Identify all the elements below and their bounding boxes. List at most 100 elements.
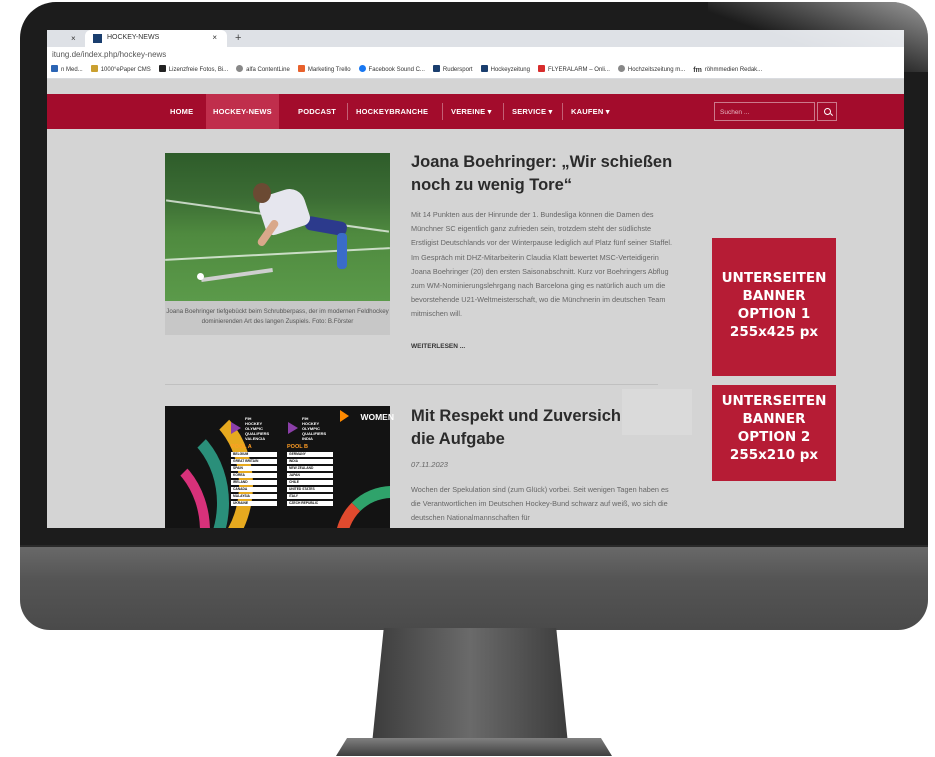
- pool-team-row: SPAIN: [231, 466, 277, 471]
- read-more-link[interactable]: WEITERLESEN ...: [411, 343, 465, 350]
- pool-team-row: KOREA: [231, 473, 277, 478]
- close-icon[interactable]: ×: [212, 33, 217, 42]
- bookmark-icon: [297, 65, 305, 72]
- bookmark-item[interactable]: FLYERALARM – Onli...: [537, 62, 610, 78]
- banner-line: BANNER: [742, 411, 806, 427]
- nav-vereine[interactable]: VEREINE ▾: [451, 94, 492, 129]
- favicon-icon: [93, 34, 102, 43]
- ad-banner-option-1[interactable]: UNTERSEITEN BANNER OPTION 1 255x425 px: [712, 238, 836, 376]
- browser-tab-hockey-news[interactable]: HOCKEY-NEWS ×: [85, 30, 227, 47]
- bookmark-label: röhmmedien Redak...: [704, 67, 763, 73]
- pool-team-row: CZECH REPUBLIC: [287, 501, 333, 506]
- browser-tabstrip: × HOCKEY-NEWS × +: [47, 30, 904, 47]
- pool-team-row: MALAYSIA: [231, 494, 277, 499]
- bookmark-label: Hochzeitszeitung m...: [627, 67, 686, 73]
- banner-line: 255x425 px: [729, 324, 819, 340]
- article-image-player[interactable]: [165, 153, 390, 301]
- bookmark-icon: [158, 65, 166, 72]
- pool-b-title: POOL B: [287, 444, 308, 450]
- fih-logo-icon: [288, 422, 298, 434]
- new-tab-button[interactable]: +: [235, 32, 241, 44]
- event-brand-valencia: FIH HOCKEY OLYMPIC QUALIFIERS VALENCIA: [245, 416, 269, 441]
- pool-team-row: IRELAND: [231, 480, 277, 485]
- nav-hockeybranche[interactable]: HOCKEYBRANCHE: [356, 94, 428, 129]
- bookmark-item[interactable]: Hockeyzeitung: [480, 62, 530, 78]
- pool-team-row: JAPAN: [287, 473, 333, 478]
- article-date: 07.11.2023: [411, 460, 448, 469]
- bookmark-label: FLYERALARM – Onli...: [547, 67, 610, 73]
- article-title[interactable]: Joana Boehringer: „Wir schießen noch zu …: [411, 151, 681, 197]
- bookmark-icon: [537, 65, 545, 72]
- bookmark-label: Marketing Trello: [307, 67, 351, 73]
- decor-arc: [335, 486, 390, 528]
- banner-line: UNTERSEITEN: [721, 393, 827, 409]
- banner-line: OPTION 1: [737, 306, 811, 322]
- pool-team-row: UKRAINE: [231, 501, 277, 506]
- nav-separator: [503, 103, 504, 120]
- nav-podcast[interactable]: PODCAST: [298, 94, 336, 129]
- bookmark-item[interactable]: Rudersport: [432, 62, 473, 78]
- pool-team-row: BELGIUM: [231, 452, 277, 457]
- article-title[interactable]: Mit Respekt und Zuversich die Aufgabe: [411, 405, 641, 451]
- ad-banner-option-2[interactable]: UNTERSEITEN BANNER OPTION 2 255x210 px: [712, 385, 836, 481]
- nav-separator: [562, 103, 563, 120]
- banner-line: OPTION 2: [737, 429, 811, 445]
- url-text: itung.de/index.php/hockey-news: [52, 50, 167, 59]
- pool-team-row: INDIA: [287, 459, 333, 464]
- nav-home[interactable]: HOME: [170, 94, 193, 129]
- hockey-stick: [201, 268, 273, 282]
- pool-team-row: ITALY: [287, 494, 333, 499]
- bookmark-icon: [90, 65, 98, 72]
- bookmark-label: Rudersport: [442, 67, 473, 73]
- search-icon: [824, 108, 831, 115]
- bookmark-item[interactable]: Lizenzfreie Fotos, Bi...: [158, 62, 228, 78]
- women-label: WOMEN: [360, 412, 394, 422]
- search-input[interactable]: Suchen ...: [714, 102, 815, 121]
- bookmark-item[interactable]: 1000°ePaper CMS: [90, 62, 151, 78]
- bookmark-item[interactable]: Facebook Sound C...: [358, 62, 425, 78]
- brand-line: INDIA: [302, 436, 313, 441]
- bookmark-icon: [358, 65, 366, 72]
- article-teaser: Mit 14 Punkten aus der Hinrunde der 1. B…: [411, 210, 673, 319]
- pool-team-row: CHILE: [287, 480, 333, 485]
- banner-line: UNTERSEITEN: [721, 270, 827, 286]
- bookmark-label: alfa ContentLine: [246, 67, 290, 73]
- image-caption: Joana Boehringer tiefgebückt beim Schrub…: [165, 301, 390, 335]
- nav-kaufen[interactable]: KAUFEN ▾: [571, 94, 610, 129]
- brand-line: VALENCIA: [245, 436, 266, 441]
- bookmark-icon: [432, 65, 440, 72]
- close-icon[interactable]: ×: [71, 34, 76, 43]
- fih-logo-icon: [231, 422, 241, 434]
- women-arrow-icon: [340, 410, 349, 422]
- pool-a-title: POOL A: [231, 444, 252, 450]
- event-brand-india: FIH HOCKEY OLYMPIC QUALIFIERS INDIA: [302, 416, 326, 441]
- overlay-placeholder: [622, 389, 692, 435]
- field-line: [165, 247, 390, 261]
- bookmark-icon: [480, 65, 488, 72]
- site-navigation: HOME HOCKEY-NEWS PODCAST HOCKEYBRANCHE V…: [47, 94, 904, 129]
- pool-team-row: NEW ZEALAND: [287, 466, 333, 471]
- bookmark-label: Hockeyzeitung: [490, 67, 530, 73]
- monitor-stand-foot: [336, 738, 612, 756]
- nav-service[interactable]: SERVICE ▾: [512, 94, 552, 129]
- bookmark-item[interactable]: Marketing Trello: [297, 62, 351, 78]
- bookmarks-bar: n Med... 1000°ePaper CMS Lizenzfreie Fotos…: [47, 62, 904, 79]
- bookmark-item[interactable]: Hochzeitszeitung m...: [617, 62, 686, 78]
- address-bar[interactable]: itung.de/index.php/hockey-news: [47, 47, 904, 62]
- bookmark-icon: fm: [693, 67, 702, 74]
- bookmark-label: n Med...: [61, 67, 83, 73]
- search-button[interactable]: [817, 102, 837, 121]
- pool-team-row: GERMANY: [287, 452, 333, 457]
- monitor-chin-edge: [20, 545, 928, 547]
- bookmark-item[interactable]: alfa ContentLine: [236, 62, 290, 78]
- bookmark-icon: [51, 65, 58, 72]
- monitor-screen: × HOCKEY-NEWS × + itung.de/index.php/hoc…: [47, 30, 904, 528]
- bookmark-item[interactable]: n Med...: [51, 62, 83, 78]
- bookmark-label: 1000°ePaper CMS: [100, 67, 151, 73]
- monitor-chin: [20, 545, 928, 630]
- nav-hockey-news[interactable]: HOCKEY-NEWS: [206, 94, 279, 129]
- bookmark-label: Facebook Sound C...: [368, 67, 425, 73]
- tab-title: HOCKEY-NEWS: [107, 34, 160, 41]
- banner-line: 255x210 px: [729, 447, 819, 463]
- bookmark-item[interactable]: fm röhmmedien Redak...: [693, 62, 763, 78]
